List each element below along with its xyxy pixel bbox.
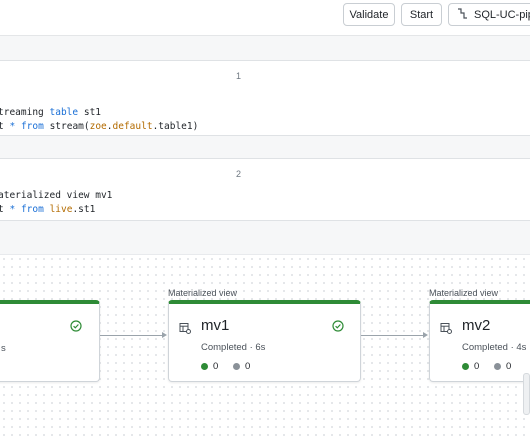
table-view-icon — [179, 321, 191, 339]
pipeline-graph-canvas[interactable]: s Materialized view mv1 Completed · 6s 0… — [0, 254, 530, 442]
node-status: s — [1, 343, 6, 354]
code-token: stream( — [49, 121, 90, 132]
node-type-caption: Materialized view — [429, 288, 499, 298]
edge-arrow — [162, 332, 167, 338]
code-operator: * — [9, 204, 16, 215]
code-identifier: live — [49, 204, 73, 215]
pipeline-icon — [457, 7, 468, 22]
graph-node-st1[interactable]: s — [0, 300, 100, 382]
status-dot-green — [201, 363, 208, 370]
code-cell-1[interactable]: 1 treaming table st1 t * from stream(zoe… — [0, 60, 530, 136]
table-view-icon — [440, 321, 452, 339]
graph-node-mv2[interactable]: mv2 Completed · 4s 0 0 — [429, 300, 530, 382]
metric-written: 0 — [201, 361, 218, 372]
status-dot-green — [462, 363, 469, 370]
status-dot-gray — [233, 363, 240, 370]
code-identifier: default — [112, 121, 153, 132]
node-name: mv2 — [462, 317, 491, 334]
node-name: mv1 — [201, 317, 230, 334]
code-token: aterialized view mv1 — [0, 190, 113, 201]
check-circle-icon — [332, 319, 344, 337]
code-token: .table1) — [152, 121, 199, 132]
metric-value: 0 — [474, 361, 480, 372]
metric-value: 0 — [213, 361, 219, 372]
validate-button[interactable]: Validate — [343, 3, 395, 26]
code-identifier: zoe — [89, 121, 107, 132]
cell-number: 1 — [236, 71, 242, 81]
cell-code[interactable]: aterialized view mv1 t * from live.st1 — [0, 189, 112, 217]
node-status: Completed · 4s — [462, 342, 527, 353]
code-token: t — [0, 121, 4, 132]
metric-dropped: 0 — [494, 361, 511, 372]
notebook-editor: 1 treaming table st1 t * from stream(zoe… — [0, 36, 530, 254]
code-token: .st1 — [72, 204, 96, 215]
node-type-caption: Materialized view — [168, 288, 238, 298]
code-keyword: from — [20, 204, 44, 215]
code-token: t — [0, 204, 4, 215]
edge-arrow — [423, 332, 428, 338]
start-button[interactable]: Start — [401, 3, 442, 26]
code-operator: * — [9, 121, 16, 132]
canvas-scroll-handle[interactable] — [523, 373, 530, 415]
cell-code[interactable]: treaming table st1 t * from stream(zoe.d… — [0, 106, 198, 134]
pipeline-name: SQL-UC-pipe — [474, 8, 530, 21]
code-keyword: from — [20, 121, 44, 132]
metric-dropped: 0 — [233, 361, 250, 372]
status-dot-gray — [494, 363, 501, 370]
code-token: st1 — [83, 107, 102, 118]
metric-written: 0 — [462, 361, 479, 372]
graph-edge — [100, 335, 163, 336]
code-keyword: table — [49, 107, 79, 118]
cell-number: 2 — [236, 169, 242, 179]
pipeline-selector-button[interactable]: SQL-UC-pipe — [448, 3, 530, 26]
metric-value: 0 — [506, 361, 512, 372]
graph-edge — [361, 335, 424, 336]
node-status: Completed · 6s — [201, 342, 266, 353]
graph-node-mv1[interactable]: mv1 Completed · 6s 0 0 — [168, 300, 361, 382]
code-token: treaming — [0, 107, 44, 118]
check-circle-icon — [70, 319, 82, 337]
code-cell-2[interactable]: 2 aterialized view mv1 t * from live.st1 — [0, 158, 530, 221]
toolbar: Validate Start SQL-UC-pipe — [0, 0, 530, 36]
metric-value: 0 — [245, 361, 251, 372]
